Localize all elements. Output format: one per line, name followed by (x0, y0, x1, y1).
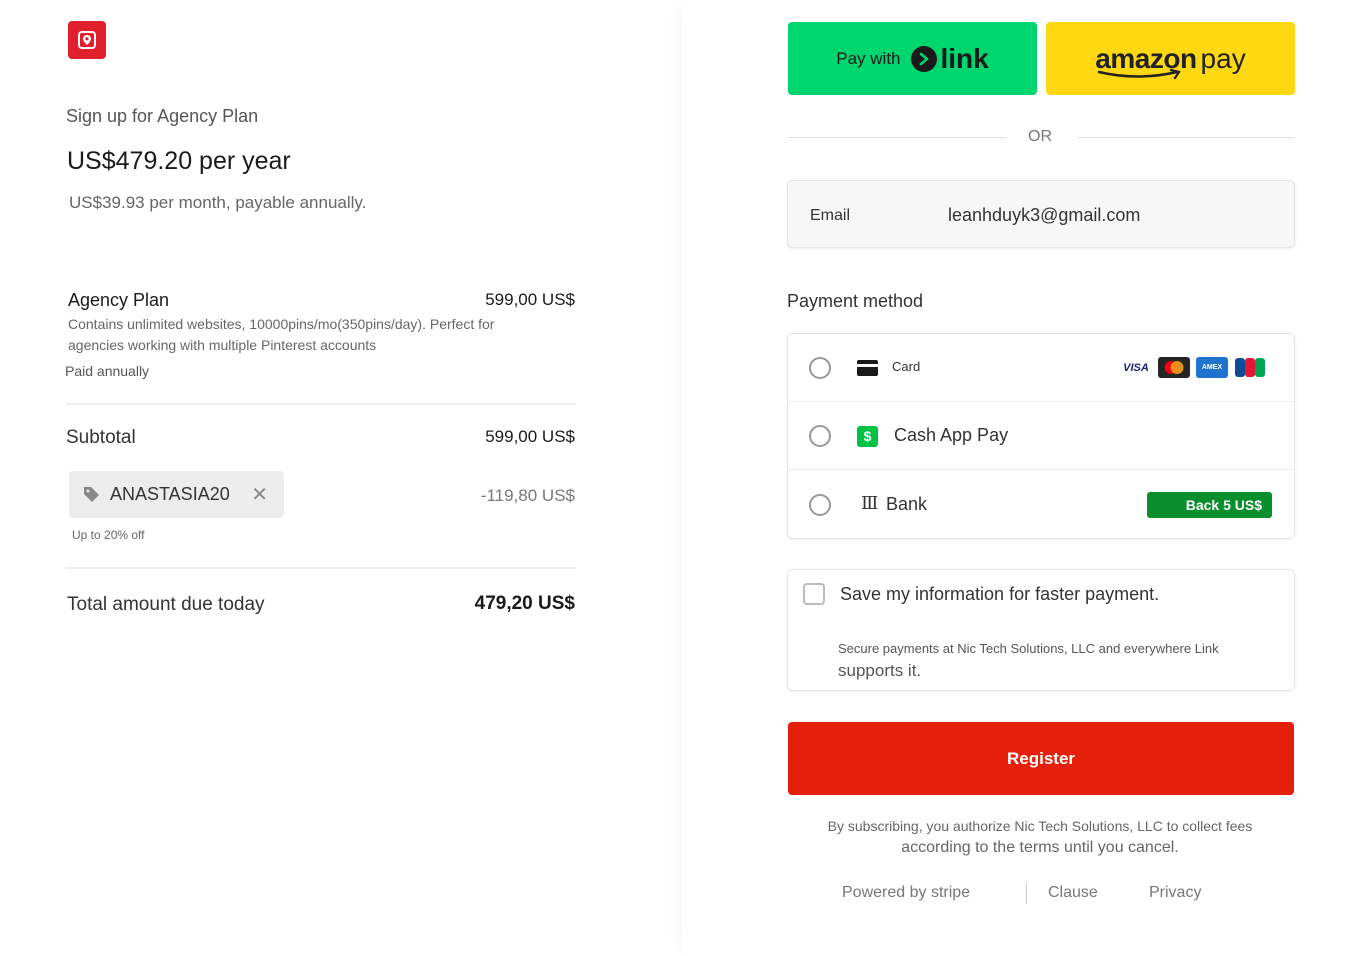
cashapp-label: Cash App Pay (894, 425, 1009, 445)
payment-method-title: Payment method (787, 291, 924, 311)
clause-link[interactable]: Clause (1048, 884, 1098, 902)
remove-coupon-icon[interactable]: ✕ (251, 482, 268, 507)
jcb-icon (1234, 357, 1266, 378)
payment-option-bank[interactable]: Ⅲ Bank Back 5 US$ (788, 470, 1294, 538)
payment-method-list: Card VISA AMEX $ Cash App Pay Ⅲ Bank Bac… (787, 333, 1295, 539)
card-brands: VISA AMEX (1120, 357, 1266, 378)
subtotal-label: Subtotal (66, 427, 136, 448)
divider (66, 403, 576, 405)
card-label: Card (892, 359, 921, 374)
legal-text: By subscribing, you authorize Nic Tech S… (800, 815, 1280, 859)
bank-cashback-badge: Back 5 US$ (1147, 492, 1272, 518)
legal-line2: according to the terms until you cancel. (901, 839, 1179, 856)
plan-price: US$479.20 per year (67, 147, 291, 175)
tag-icon (84, 487, 99, 502)
line-item-description: Contains unlimited websites, 10000pins/m… (68, 316, 495, 353)
line-item-name: Agency Plan (68, 290, 170, 310)
cash-app-icon: $ (857, 426, 878, 447)
email-field[interactable]: Email leanhduyk3@gmail.com (787, 180, 1295, 248)
mastercard-icon (1158, 357, 1190, 378)
save-info-checkbox[interactable] (803, 583, 825, 605)
powered-by-stripe-link[interactable]: Powered by stripe (842, 884, 970, 902)
checkout-panel: Pay with link amazon pay OR Email leanhdu… (682, 0, 1362, 956)
link-brand: link (940, 42, 989, 74)
amazon-pay-button[interactable]: amazon pay (1046, 22, 1295, 95)
order-summary-panel: Sign up for Agency Plan US$479.20 per ye… (0, 0, 682, 956)
email-value[interactable]: leanhduyk3@gmail.com (948, 205, 1140, 226)
amex-icon: AMEX (1196, 357, 1228, 378)
privacy-link[interactable]: Privacy (1149, 884, 1201, 902)
save-info-panel: Save my information for faster payment. … (787, 569, 1295, 691)
subtotal-value: 599,00 US$ (485, 427, 575, 446)
or-divider-right (1078, 137, 1294, 138)
payment-option-cashapp[interactable]: $ Cash App Pay (788, 402, 1294, 470)
link-button-prefix: Pay with (836, 48, 901, 68)
line-item-price: 599,00 US$ (485, 290, 575, 309)
bank-label: Bank (886, 494, 928, 514)
save-info-desc-line2: supports it. (838, 661, 922, 680)
cashapp-radio[interactable] (809, 425, 831, 447)
plan-heading: Sign up for Agency Plan (66, 106, 259, 126)
line-item-billing: Paid annually (65, 363, 150, 379)
card-radio[interactable] (809, 357, 831, 379)
credit-card-icon (857, 360, 878, 376)
total-value: 479,20 US$ (474, 593, 575, 614)
pay-with-link-button[interactable]: Pay with link (788, 22, 1037, 95)
email-label: Email (810, 207, 851, 224)
save-info-title[interactable]: Save my information for faster payment. (840, 584, 1159, 605)
save-info-description: Secure payments at Nic Tech Solutions, L… (838, 638, 1278, 682)
total-label: Total amount due today (67, 594, 265, 615)
brand-logo (68, 21, 106, 59)
register-button[interactable]: Register (788, 722, 1294, 795)
plan-price-note: US$39.93 per month, payable annually. (69, 193, 367, 212)
legal-line1: By subscribing, you authorize Nic Tech S… (827, 818, 1253, 834)
discount-value: -119,80 US$ (480, 486, 575, 505)
bank-radio[interactable] (809, 494, 831, 516)
amazon-pay-suffix: pay (1200, 42, 1246, 74)
payment-option-card[interactable]: Card VISA AMEX (788, 334, 1294, 402)
or-divider-left (788, 137, 1006, 138)
link-arrow-icon (910, 45, 937, 72)
coupon-note: Up to 20% off (72, 528, 145, 542)
bank-icon: Ⅲ (861, 493, 879, 514)
amazon-smile-icon (1098, 68, 1182, 79)
map-pin-icon (78, 31, 96, 49)
coupon-code: ANASTASIA20 (110, 484, 230, 504)
or-separator: OR (1028, 128, 1052, 145)
divider (66, 567, 576, 569)
footer-separator (1026, 882, 1027, 904)
save-info-desc-line1: Secure payments at Nic Tech Solutions, L… (838, 641, 1219, 656)
visa-icon: VISA (1120, 357, 1152, 378)
coupon-chip: ANASTASIA20 ✕ (69, 471, 284, 518)
